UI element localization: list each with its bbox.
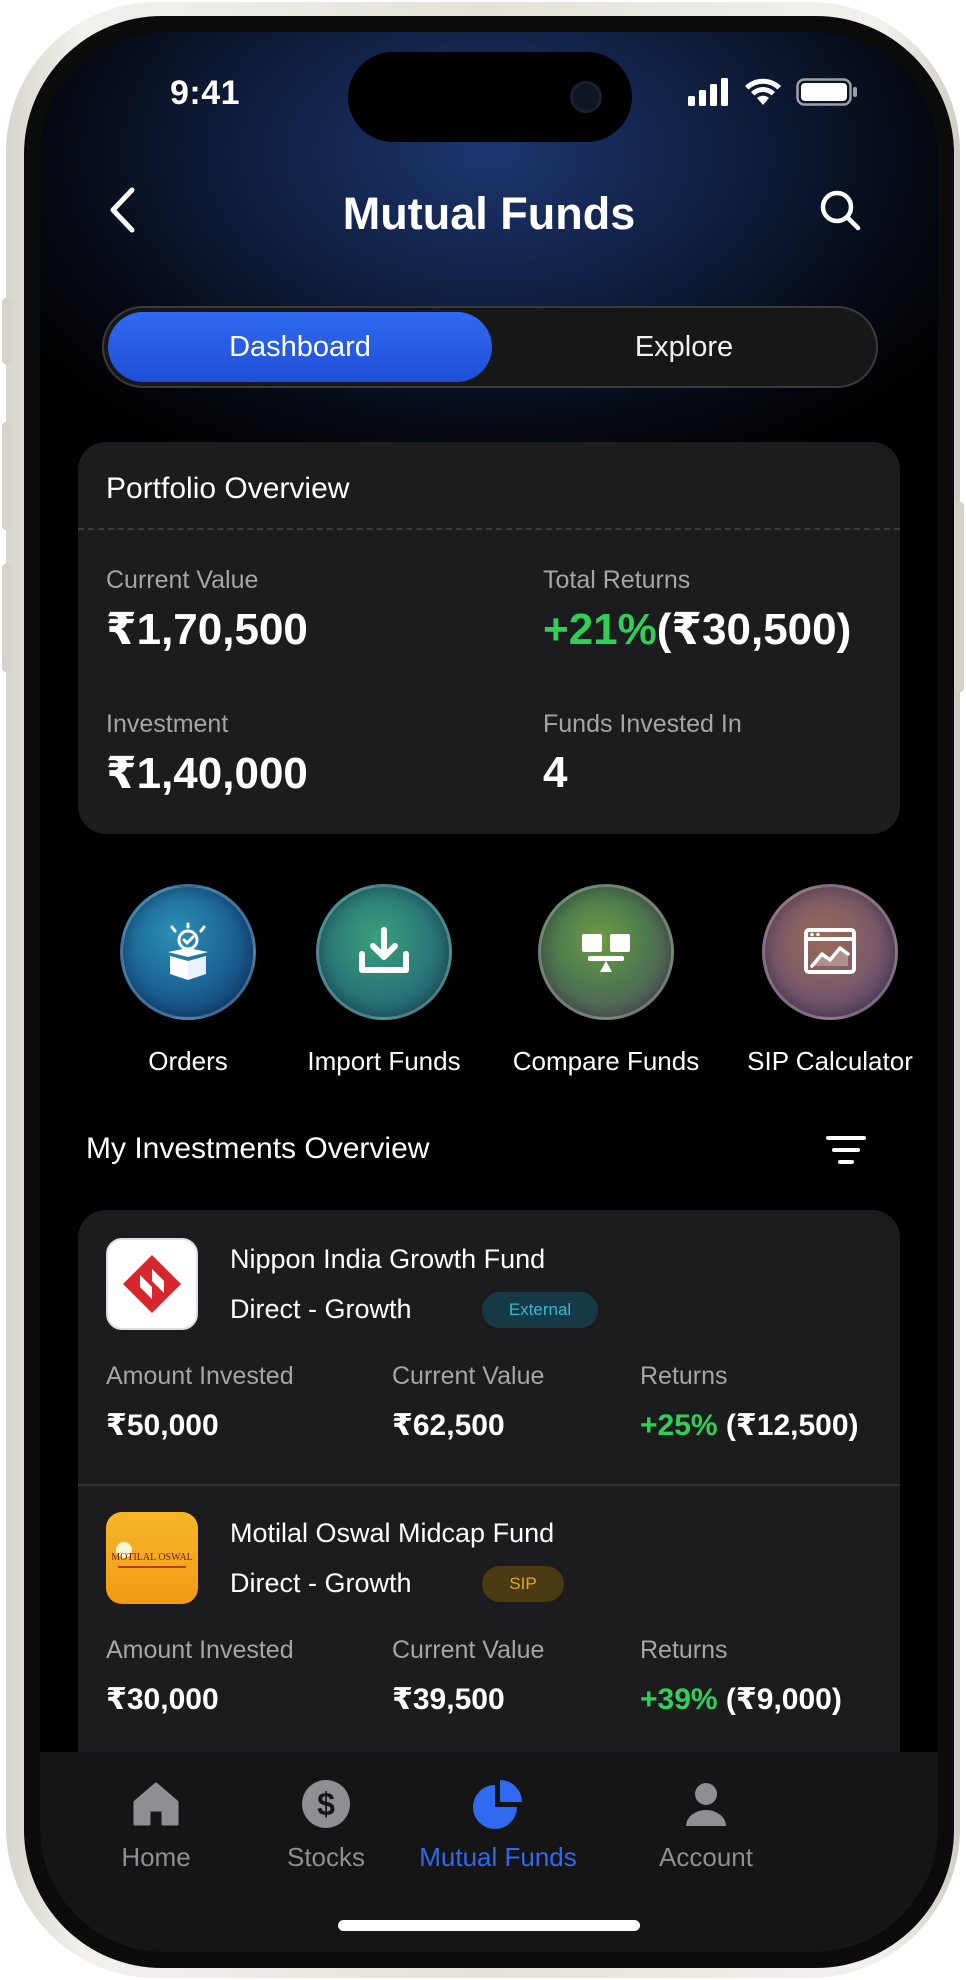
sip-calculator-label: SIP Calculator	[747, 1046, 913, 1076]
fund-name: Nippon India Growth Fund	[230, 1244, 546, 1274]
screen: 9:41 Mutual Funds Dashboard Explore Port…	[40, 32, 938, 1952]
current-value: ₹1,70,500	[106, 605, 308, 654]
svg-text:$: $	[317, 1786, 335, 1822]
amount-invested-value: ₹30,000	[106, 1683, 219, 1716]
portfolio-title: Portfolio Overview	[106, 472, 350, 505]
amount-invested-label: Amount Invested	[106, 1636, 294, 1664]
current-value-label: Current Value	[392, 1636, 545, 1664]
battery-icon	[796, 78, 857, 106]
nav-mutual-funds[interactable]: Mutual Funds	[398, 1774, 598, 1873]
current-value-label: Current Value	[106, 566, 259, 594]
status-icons	[688, 78, 858, 106]
wifi-icon	[745, 78, 781, 105]
fund-name: Motilal Oswal Midcap Fund	[230, 1518, 555, 1548]
current-value: ₹62,500	[392, 1409, 505, 1442]
volume-down-button	[2, 564, 12, 672]
power-button	[954, 502, 964, 692]
search-button[interactable]	[812, 182, 868, 238]
box-check-icon	[120, 884, 256, 1020]
nav-account[interactable]: Account	[606, 1774, 806, 1873]
filter-icon	[826, 1136, 866, 1164]
nav-stocks-label: Stocks	[286, 1842, 366, 1872]
compare-funds-action[interactable]: Compare Funds	[506, 884, 706, 1077]
motilal-oswal-logo-text: MOTILAL OSWAL	[111, 1552, 193, 1563]
nav-stocks[interactable]: $ Stocks	[226, 1774, 426, 1873]
funds-invested-label: Funds Invested In	[543, 710, 742, 738]
dollar-icon: $	[226, 1774, 426, 1834]
investments-section-title: My Investments Overview	[86, 1132, 430, 1165]
investment-label: Investment	[106, 710, 229, 738]
total-returns: +21%(₹30,500)	[543, 604, 851, 655]
nav-account-label: Account	[659, 1842, 753, 1872]
tab-explore[interactable]: Explore	[492, 312, 876, 382]
nippon-logo-icon	[106, 1238, 198, 1330]
sip-calculator-action[interactable]: SIP Calculator	[730, 884, 930, 1077]
amount-invested-label: Amount Invested	[106, 1362, 294, 1390]
funds-invested-count: 4	[543, 748, 568, 797]
returns-pct: +39%	[640, 1683, 718, 1716]
page-title: Mutual Funds	[342, 188, 636, 239]
tab-dashboard[interactable]: Dashboard	[108, 312, 492, 382]
returns-value: +39% (₹9,000)	[640, 1682, 842, 1717]
current-value-label: Current Value	[392, 1362, 545, 1390]
volume-up-button	[2, 422, 12, 530]
list-item[interactable]: Nippon India Growth Fund Direct - Growth…	[78, 1210, 900, 1486]
returns-label: Returns	[640, 1362, 728, 1390]
chart-calculator-icon	[762, 884, 898, 1020]
nav-mutual-funds-label: Mutual Funds	[419, 1842, 577, 1872]
returns-amount: (₹12,500)	[725, 1409, 859, 1442]
pie-chart-icon	[398, 1774, 598, 1834]
returns-label: Returns	[640, 1636, 728, 1664]
camera-icon	[570, 81, 602, 113]
cellular-signal-icon	[688, 78, 728, 106]
amount-invested-value: ₹50,000	[106, 1409, 219, 1442]
compare-funds-label: Compare Funds	[512, 1046, 700, 1076]
download-tray-icon	[316, 884, 452, 1020]
returns-pct: +25%	[640, 1409, 718, 1442]
total-returns-pct: +21%	[543, 605, 657, 654]
motilal-oswal-logo-icon: MOTILAL OSWAL	[106, 1512, 198, 1604]
returns-amount: (₹9,000)	[725, 1683, 842, 1716]
user-icon	[606, 1774, 806, 1834]
import-funds-label: Import Funds	[307, 1046, 461, 1076]
fund-plan: Direct - Growth	[230, 1568, 412, 1598]
list-item[interactable]: MOTILAL OSWAL Motilal Oswal Midcap Fund …	[78, 1484, 900, 1758]
orders-label: Orders	[148, 1046, 228, 1076]
external-badge: External	[482, 1292, 598, 1328]
sip-badge: SIP	[482, 1566, 564, 1602]
total-returns-label: Total Returns	[543, 566, 691, 594]
portfolio-overview-card: Portfolio Overview Current Value ₹1,70,5…	[78, 442, 900, 834]
investment-value: ₹1,40,000	[106, 749, 308, 798]
dashed-divider	[78, 528, 900, 530]
action-button	[2, 298, 12, 364]
status-time: 9:41	[170, 74, 241, 112]
segmented-control: Dashboard Explore	[102, 306, 878, 388]
phone-frame: 9:41 Mutual Funds Dashboard Explore Port…	[2, 2, 964, 1978]
import-funds-action[interactable]: Import Funds	[284, 884, 484, 1077]
dynamic-island	[348, 52, 632, 142]
fund-plan: Direct - Growth	[230, 1294, 412, 1324]
current-value: ₹39,500	[392, 1683, 505, 1716]
compare-scale-icon	[538, 884, 674, 1020]
orders-action[interactable]: Orders	[88, 884, 288, 1077]
total-returns-amount: (₹30,500)	[656, 605, 852, 654]
returns-value: +25% (₹12,500)	[640, 1408, 859, 1443]
search-icon	[820, 190, 861, 231]
filter-button[interactable]	[822, 1130, 870, 1170]
investments-list: Nippon India Growth Fund Direct - Growth…	[78, 1210, 900, 1770]
home-indicator[interactable]	[338, 1920, 640, 1931]
